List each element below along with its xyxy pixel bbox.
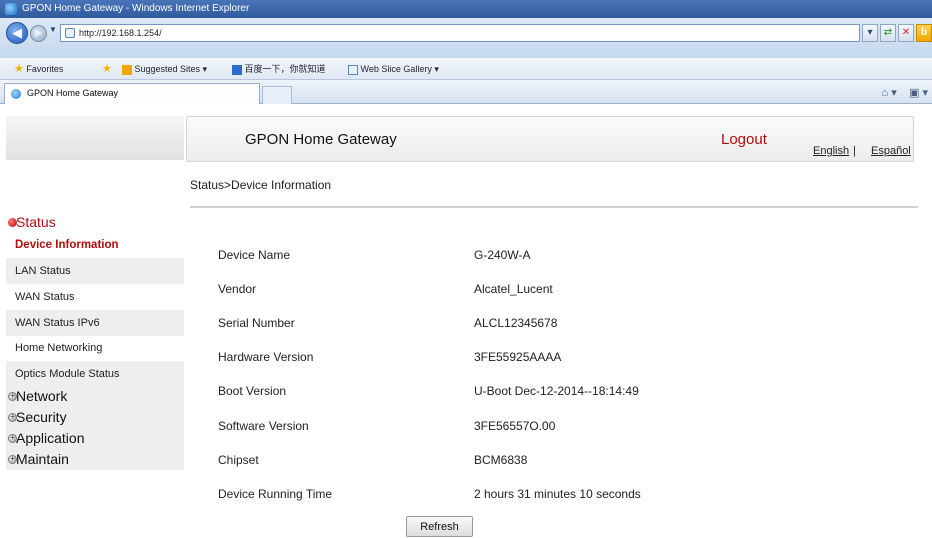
web-slice-label: Web Slice Gallery ▾ (360, 64, 439, 74)
feeds-icon[interactable]: ▣ ▾ (909, 87, 928, 99)
menu-security[interactable]: Security (6, 407, 184, 428)
ie-icon (5, 3, 17, 15)
url-dropdown-icon[interactable]: ▾ (862, 24, 878, 42)
sidebar-item-wan-status[interactable]: WAN Status (6, 284, 184, 310)
baidu-icon (232, 64, 242, 75)
page-refresh-icon[interactable]: ⇄ (880, 24, 896, 42)
menu-group-label: Application (16, 430, 85, 446)
sidebar-item-home-networking[interactable]: Home Networking (6, 335, 184, 361)
menu-status-label: Status (16, 214, 56, 230)
language-english-link[interactable]: English (813, 145, 849, 157)
command-bar: ⌂ ▾ ▣ ▾ (882, 86, 928, 99)
gateway-header: GPON Home Gateway Logout English | Españ… (186, 116, 914, 162)
serial-number-label: Serial Number (218, 316, 295, 330)
page-icon (65, 28, 75, 38)
breadcrumb: Status>Device Information (190, 178, 332, 192)
software-version-value: 3FE56557O.00 (474, 419, 556, 433)
hardware-version-label: Hardware Version (218, 350, 314, 364)
logout-link[interactable]: Logout (721, 131, 767, 148)
hardware-version-value: 3FE55925AAAA (474, 350, 562, 364)
sidebar-item-label: WAN Status IPv6 (15, 317, 100, 329)
web-slice-icon (348, 64, 358, 75)
window-title: GPON Home Gateway - Windows Internet Exp… (22, 3, 250, 14)
menu-application[interactable]: Application (6, 428, 184, 449)
menu-maintain[interactable]: Maintain (6, 449, 184, 470)
gateway-title: GPON Home Gateway (245, 131, 397, 148)
menu-group-label: Network (16, 388, 68, 404)
status-bullet-icon (8, 218, 17, 227)
menu-status[interactable]: Status (6, 211, 184, 233)
expand-plus-icon (8, 389, 17, 403)
window-titlebar: GPON Home Gateway - Windows Internet Exp… (0, 0, 932, 18)
new-tab-button[interactable] (262, 86, 292, 104)
favorites-button[interactable]: ★ Favorites (14, 58, 63, 80)
menu-network[interactable]: Network (6, 386, 184, 407)
header-divider (190, 206, 918, 208)
tab-gpon-home-gateway[interactable]: GPON Home Gateway (4, 83, 260, 104)
add-favorite-icon[interactable]: ★ (102, 58, 112, 80)
sidebar-item-device-information[interactable]: Device Information (6, 232, 184, 258)
sidebar-item-optics-module-status[interactable]: Optics Module Status (6, 361, 184, 387)
sidebar-item-label: WAN Status (15, 291, 75, 303)
url-buttons: ▾ ⇄ ✕ b (862, 24, 932, 42)
language-spanish-link[interactable]: Español (871, 145, 911, 157)
sidebar-item-label: Device Information (15, 239, 119, 251)
sidebar-item-wan-status-ipv6[interactable]: WAN Status IPv6 (6, 310, 184, 336)
expand-plus-icon (8, 410, 17, 424)
serial-number-value: ALCL12345678 (474, 316, 558, 330)
suggested-sites-label: Suggested Sites ▾ (134, 64, 208, 74)
software-version-label: Software Version (218, 419, 309, 433)
back-arrow-icon[interactable]: ◀ (6, 22, 28, 44)
tab-title: GPON Home Gateway (27, 88, 119, 98)
stop-icon[interactable]: ✕ (898, 24, 914, 42)
bing-search-icon[interactable]: b (916, 24, 932, 42)
chipset-label: Chipset (218, 453, 259, 467)
chipset-value: BCM6838 (474, 453, 528, 467)
tab-bar: GPON Home Gateway ⌂ ▾ ▣ ▾ (0, 80, 932, 104)
bing-small-icon (122, 64, 132, 75)
url-input[interactable]: http://192.168.1.254/ (60, 24, 860, 42)
menu-group-label: Maintain (16, 451, 69, 467)
page-content: GPON Home Gateway Logout English | Españ… (0, 105, 932, 538)
vendor-label: Vendor (218, 282, 257, 296)
favorites-bar: ★ Favorites ★ Suggested Sites ▾ 百度一下，你就知… (0, 58, 932, 80)
address-bar: ◀ ▶ ▼ http://192.168.1.254/ ▾ ⇄ ✕ b (0, 18, 932, 58)
menu-group-label: Security (16, 409, 67, 425)
device-name-label: Device Name (218, 248, 291, 262)
boot-version-label: Boot Version (218, 384, 287, 398)
sidebar-item-label: Home Networking (15, 342, 103, 354)
tab-page-icon (11, 89, 21, 99)
language-separator: | (853, 145, 856, 157)
device-running-time-value: 2 hours 31 minutes 10 seconds (474, 487, 641, 501)
sidebar-item-lan-status[interactable]: LAN Status (6, 258, 184, 284)
suggested-sites-link[interactable]: Suggested Sites ▾ (122, 58, 207, 80)
expand-plus-icon (8, 452, 17, 466)
favorites-star-icon: ★ (14, 63, 24, 75)
sidebar-item-label: LAN Status (15, 265, 71, 277)
forward-arrow-icon[interactable]: ▶ (30, 25, 47, 42)
device-name-value: G-240W-A (474, 248, 531, 262)
expand-plus-icon (8, 431, 17, 445)
refresh-button[interactable]: Refresh (406, 516, 473, 537)
sidebar-header-block (6, 116, 184, 160)
device-running-time-label: Device Running Time (218, 487, 333, 501)
favorites-label: Favorites (26, 64, 64, 74)
vendor-value: Alcatel_Lucent (474, 282, 553, 296)
web-slice-gallery-link[interactable]: Web Slice Gallery ▾ (348, 58, 439, 80)
sidebar-item-label: Optics Module Status (15, 368, 120, 380)
baidu-label: 百度一下，你就知道 (244, 64, 326, 74)
boot-version-value: U-Boot Dec-12-2014--18:14:49 (474, 384, 639, 398)
baidu-link[interactable]: 百度一下，你就知道 (232, 58, 326, 80)
home-icon[interactable]: ⌂ ▾ (882, 87, 897, 99)
url-text: http://192.168.1.254/ (79, 28, 162, 38)
history-dropdown-icon[interactable]: ▼ (49, 25, 57, 34)
